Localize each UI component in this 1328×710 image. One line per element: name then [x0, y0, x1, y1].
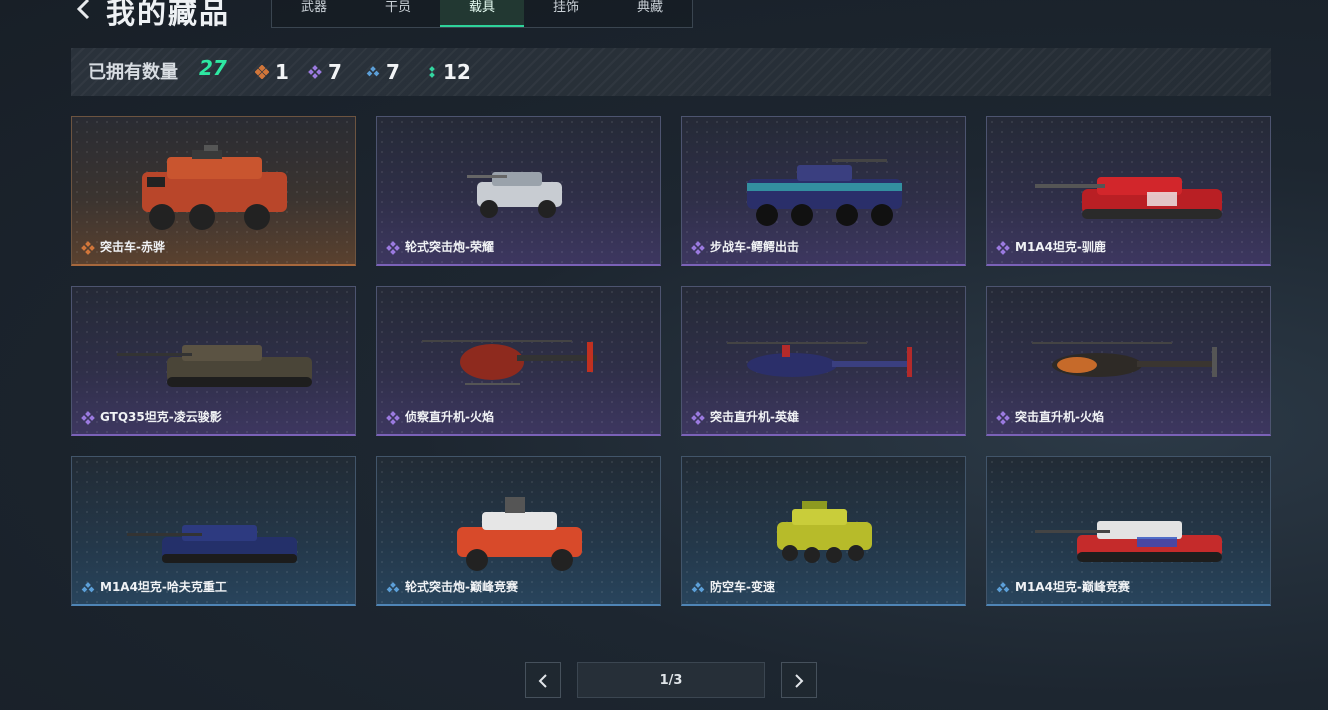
vehicle-card[interactable]: M1A4坦克-驯鹿	[986, 116, 1271, 266]
page-indicator: 1/3	[577, 662, 765, 698]
vehicle-wheeled-assault-gun-image	[467, 172, 562, 218]
rarity-count-value: 7	[386, 60, 400, 84]
vehicle-anti-aircraft-image	[777, 501, 872, 563]
vehicle-card[interactable]: 轮式突击炮-荣耀	[376, 116, 661, 266]
category-tabs: 武器 干员 载具 挂饰 典藏	[271, 0, 693, 28]
rarity-count-green: 12	[427, 60, 471, 84]
diamond-orange-icon	[255, 65, 269, 79]
chevron-left-icon	[538, 674, 547, 688]
vehicle-name: 步战车-鳄鳄出击	[710, 240, 799, 254]
vehicle-name: 突击车-赤骅	[100, 240, 165, 254]
vehicle-attack-helicopter-image	[1032, 342, 1217, 377]
vehicle-name: M1A4坦克-巅峰竞赛	[1015, 580, 1130, 594]
vehicle-card[interactable]: GTQ35坦克-凌云骏影	[71, 286, 356, 436]
prev-page-button[interactable]	[525, 662, 561, 698]
diamond-blue-icon	[81, 580, 95, 594]
vehicle-card[interactable]: 突击直升机-英雄	[681, 286, 966, 436]
vehicle-tank-image	[1035, 521, 1222, 562]
vehicle-armored-car-image	[142, 145, 287, 230]
owned-label: 已拥有数量	[88, 62, 178, 83]
dots-green-icon	[429, 66, 435, 78]
diamond-purple-icon	[386, 410, 400, 425]
vehicle-name: 轮式突击炮-巅峰竞赛	[405, 580, 518, 594]
vehicle-card[interactable]: 步战车-鳄鳄出击	[681, 116, 966, 266]
chevron-left-icon	[76, 0, 90, 20]
rarity-count-orange: 1	[255, 60, 289, 84]
tab-charms[interactable]: 挂饰	[524, 0, 608, 27]
vehicle-tank-image	[117, 345, 312, 387]
tab-operators[interactable]: 干员	[356, 0, 440, 27]
vehicle-card[interactable]: 突击车-赤骅	[71, 116, 356, 266]
vehicle-wheeled-assault-gun-image	[457, 497, 582, 571]
owned-stats-bar: 已拥有数量 27 1 7 7 12	[71, 48, 1271, 96]
vehicle-scout-helicopter-image	[422, 340, 597, 385]
vehicle-card[interactable]: M1A4坦克-巅峰竞赛	[986, 456, 1271, 606]
vehicle-name: 轮式突击炮-荣耀	[405, 240, 494, 254]
diamond-purple-icon	[308, 65, 322, 79]
owned-count: 27	[199, 56, 227, 80]
vehicle-ifv-image	[747, 159, 902, 226]
tab-weapons[interactable]: 武器	[272, 0, 356, 27]
diamond-blue-icon	[691, 580, 705, 594]
vehicle-name: M1A4坦克-驯鹿	[1015, 240, 1106, 254]
vehicle-tank-image	[127, 525, 297, 563]
vehicle-card[interactable]: M1A4坦克-哈夫克重工	[71, 456, 356, 606]
rarity-count-value: 1	[275, 60, 289, 84]
vehicle-card[interactable]: 防空车-变速	[681, 456, 966, 606]
diamond-orange-icon	[81, 240, 95, 255]
vehicle-name: 防空车-变速	[710, 580, 775, 594]
rarity-count-purple: 7	[308, 60, 342, 84]
diamond-blue-icon	[366, 66, 380, 77]
rarity-count-blue: 7	[366, 60, 400, 84]
diamond-purple-icon	[996, 410, 1010, 425]
diamond-purple-icon	[691, 240, 705, 255]
tab-collection[interactable]: 典藏	[608, 0, 692, 27]
back-button[interactable]	[72, 0, 98, 30]
vehicle-attack-helicopter-image	[727, 342, 912, 377]
vehicle-card[interactable]: 侦察直升机-火焰	[376, 286, 661, 436]
vehicle-tank-image	[1035, 177, 1222, 219]
diamond-purple-icon	[386, 240, 400, 255]
rarity-count-value: 7	[328, 60, 342, 84]
vehicle-card[interactable]: 轮式突击炮-巅峰竞赛	[376, 456, 661, 606]
diamond-purple-icon	[996, 240, 1010, 255]
header: 我的藏品 武器 干员 载具 挂饰 典藏	[0, 0, 1328, 36]
vehicle-name: M1A4坦克-哈夫克重工	[100, 580, 227, 594]
page-title: 我的藏品	[106, 0, 231, 30]
vehicle-card[interactable]: 突击直升机-火焰	[986, 286, 1271, 436]
tab-vehicles[interactable]: 载具	[440, 0, 524, 27]
diamond-blue-icon	[996, 580, 1010, 594]
diamond-blue-icon	[386, 580, 400, 594]
chevron-right-icon	[795, 674, 804, 688]
vehicle-name: 突击直升机-英雄	[710, 410, 799, 424]
diamond-purple-icon	[691, 410, 705, 425]
rarity-count-value: 12	[443, 60, 471, 84]
diamond-purple-icon	[81, 410, 95, 425]
vehicle-name: 突击直升机-火焰	[1015, 410, 1104, 424]
next-page-button[interactable]	[781, 662, 817, 698]
vehicle-name: GTQ35坦克-凌云骏影	[100, 410, 222, 424]
vehicle-name: 侦察直升机-火焰	[405, 410, 494, 424]
